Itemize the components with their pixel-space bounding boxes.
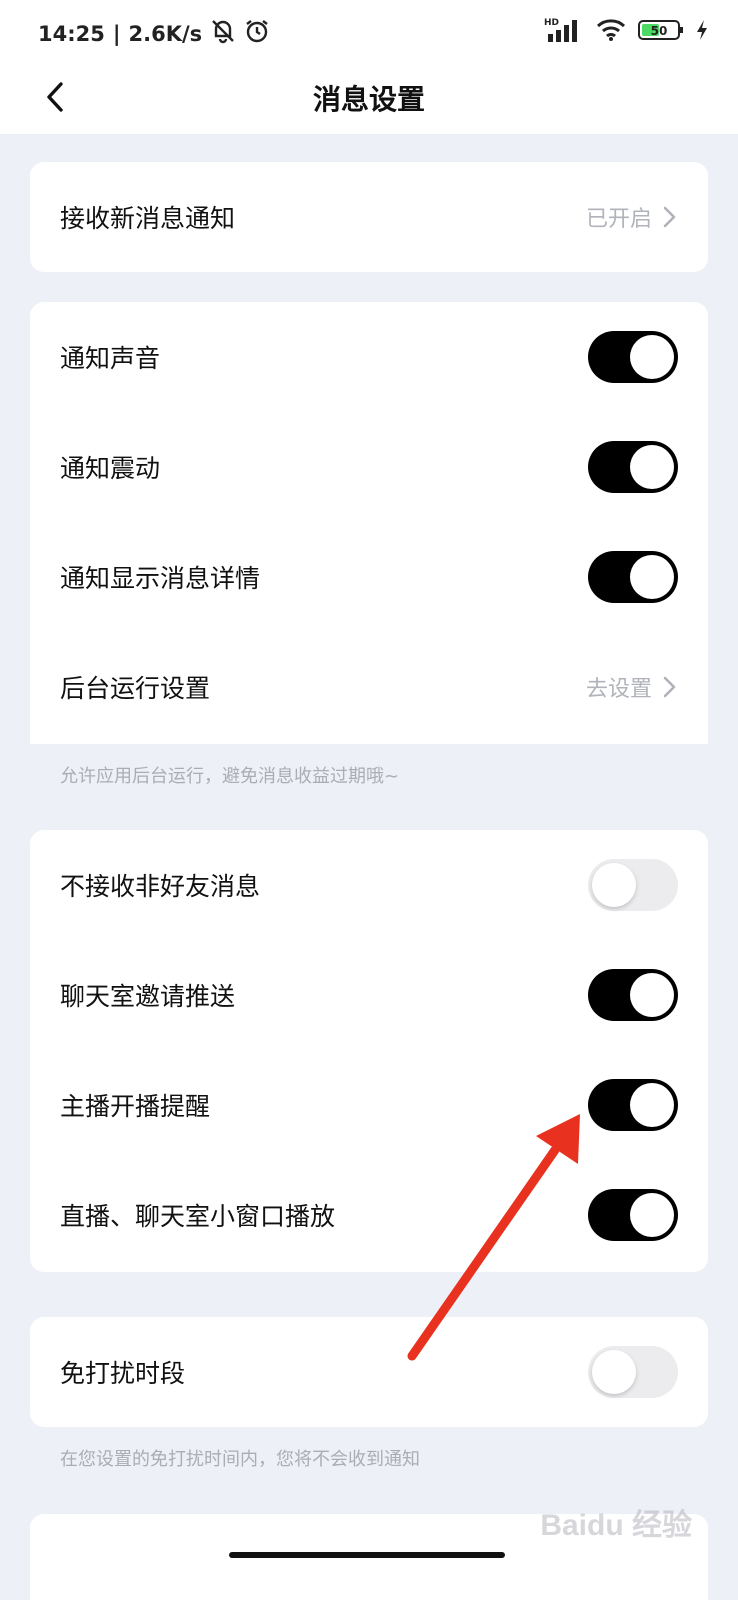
status-bar: 14:25 | 2.6K/s HD 50	[0, 0, 738, 64]
notify-sound-row: 通知声音	[30, 302, 708, 412]
chevron-right-icon	[663, 676, 676, 698]
toggle-knob	[630, 555, 674, 599]
hd-signal-icon: HD	[544, 16, 584, 49]
receive-new-value: 已开启	[585, 207, 652, 232]
dnd-row: 免打扰时段	[30, 1317, 708, 1427]
reject-stranger-label: 不接收非好友消息	[60, 872, 261, 901]
notify-sound-label: 通知声音	[60, 344, 161, 373]
receive-new-label: 接收新消息通知	[60, 204, 236, 233]
receive-new-message-row[interactable]: 接收新消息通知 已开启	[30, 162, 708, 272]
background-run-label: 后台运行设置	[60, 674, 211, 703]
toggle-knob	[630, 1193, 674, 1237]
bell-muted-icon	[210, 18, 236, 49]
toggle-knob	[630, 335, 674, 379]
notify-sound-toggle[interactable]	[588, 331, 678, 383]
status-time: 14:25	[38, 21, 105, 46]
mini-window-row: 直播、聊天室小窗口播放	[30, 1160, 708, 1270]
status-left: 14:25 | 2.6K/s	[38, 18, 270, 49]
notify-vibrate-row: 通知震动	[30, 412, 708, 522]
status-divider: |	[112, 21, 121, 46]
toggle-knob	[630, 973, 674, 1017]
reject-stranger-row: 不接收非好友消息	[30, 830, 708, 940]
background-run-value: 去设置	[585, 677, 652, 702]
baidu-watermark: Baidu 经验	[540, 1509, 692, 1542]
card-receive: 接收新消息通知 已开启	[30, 162, 708, 272]
status-right: HD 50	[544, 16, 708, 49]
toggle-knob	[630, 445, 674, 489]
mini-window-toggle[interactable]	[588, 1189, 678, 1241]
chatroom-invite-label: 聊天室邀请推送	[60, 982, 236, 1011]
toggle-knob	[592, 863, 636, 907]
nav-bar: 消息设置	[0, 64, 738, 134]
chatroom-invite-row: 聊天室邀请推送	[30, 940, 708, 1050]
alarm-icon	[244, 18, 270, 49]
dnd-hint: 在您设置的免打扰时间内，您将不会收到通知	[60, 1449, 420, 1470]
battery-level: 50	[651, 24, 668, 38]
background-run-value-group: 去设置	[586, 671, 678, 703]
card-notifications: 通知声音 通知震动 通知显示消息详情 后台运行设置 去设置	[30, 302, 708, 744]
dnd-toggle[interactable]	[588, 1346, 678, 1398]
toggle-knob	[630, 1083, 674, 1127]
charging-icon	[696, 19, 708, 46]
notify-details-row: 通知显示消息详情	[30, 522, 708, 632]
chevron-right-icon	[663, 206, 676, 228]
host-live-reminder-row: 主播开播提醒	[30, 1050, 708, 1160]
receive-new-value-group: 已开启	[586, 201, 678, 233]
hd-label: HD	[544, 18, 559, 28]
card-social: 不接收非好友消息 聊天室邀请推送 主播开播提醒 直播、聊天室小窗口播放	[30, 830, 708, 1272]
home-indicator[interactable]	[229, 1552, 505, 1558]
dnd-label: 免打扰时段	[60, 1359, 186, 1388]
battery-icon: 50	[638, 19, 684, 46]
background-run-hint: 允许应用后台运行，避免消息收益过期哦~	[60, 766, 400, 787]
notify-vibrate-toggle[interactable]	[588, 441, 678, 493]
chatroom-invite-toggle[interactable]	[588, 969, 678, 1021]
notify-details-toggle[interactable]	[588, 551, 678, 603]
host-live-reminder-toggle[interactable]	[588, 1079, 678, 1131]
host-live-reminder-label: 主播开播提醒	[60, 1092, 211, 1121]
toggle-knob	[592, 1350, 636, 1394]
card-dnd: 免打扰时段	[30, 1317, 708, 1427]
notify-vibrate-label: 通知震动	[60, 454, 161, 483]
background-run-row[interactable]: 后台运行设置 去设置	[30, 632, 708, 742]
mini-window-label: 直播、聊天室小窗口播放	[60, 1202, 336, 1231]
page-title: 消息设置	[312, 83, 425, 116]
status-speed: 2.6K/s	[128, 21, 203, 46]
reject-stranger-toggle[interactable]	[588, 859, 678, 911]
notify-details-label: 通知显示消息详情	[60, 564, 261, 593]
wifi-icon	[596, 18, 626, 47]
